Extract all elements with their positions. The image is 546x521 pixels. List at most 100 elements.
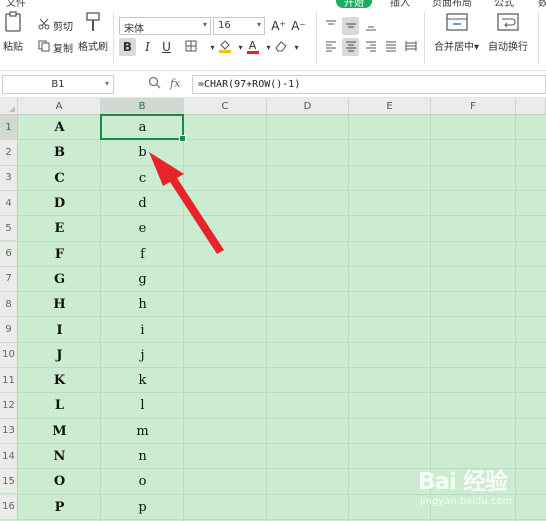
row-header[interactable]: 14 xyxy=(0,443,18,470)
cell-b2[interactable]: b xyxy=(101,140,184,165)
tab-insert[interactable]: 插入 xyxy=(390,0,410,8)
formula-input[interactable]: =CHAR(97+ROW()-1) xyxy=(192,75,546,94)
wrap-text-button[interactable]: 自动换行 xyxy=(488,10,528,53)
align-right-button[interactable] xyxy=(362,38,379,56)
row-header[interactable]: 6 xyxy=(0,241,18,267)
row-header[interactable]: 4 xyxy=(0,190,18,217)
grow-font-button[interactable]: A⁺ xyxy=(270,17,287,35)
cell-a13[interactable]: M xyxy=(18,419,101,444)
cell-b15[interactable]: o xyxy=(101,469,184,494)
row-header[interactable]: 1 xyxy=(0,115,18,141)
column-header-e[interactable]: E xyxy=(349,98,431,115)
align-middle-button[interactable] xyxy=(342,17,359,35)
tab-page-layout[interactable]: 页面布局 xyxy=(432,0,472,8)
row-header[interactable]: 15 xyxy=(0,469,18,495)
cell-b11[interactable]: k xyxy=(101,368,184,393)
name-box[interactable]: B1 ▾ xyxy=(2,75,114,94)
cell-b14[interactable]: n xyxy=(101,444,184,469)
cell-a1[interactable]: A xyxy=(18,115,101,140)
tab-file[interactable]: 文件 xyxy=(6,0,26,8)
fill-color-button[interactable] xyxy=(216,38,233,56)
borders-button[interactable] xyxy=(182,38,199,56)
cell-b8[interactable]: h xyxy=(101,292,184,317)
row-header[interactable]: 3 xyxy=(0,165,18,191)
copy-button[interactable]: 复制 xyxy=(38,40,73,55)
row-header[interactable]: 9 xyxy=(0,317,18,343)
row-header[interactable]: 5 xyxy=(0,216,18,242)
column-header-d[interactable]: D xyxy=(267,98,349,115)
paste-button[interactable]: 粘贴 xyxy=(2,10,24,53)
cell-a8[interactable]: H xyxy=(18,292,101,317)
column-header-c[interactable]: C xyxy=(184,98,267,115)
row-header[interactable]: 11 xyxy=(0,368,18,394)
select-all-corner[interactable] xyxy=(0,98,18,115)
clear-format-dropdown[interactable]: ▾ xyxy=(288,38,305,56)
column-header-f[interactable]: F xyxy=(431,98,516,115)
format-painter-icon xyxy=(82,10,104,34)
cell-a14[interactable]: N xyxy=(18,444,101,469)
cell-b7[interactable]: g xyxy=(101,267,184,292)
ribbon-toolbar: 粘贴 剪切 复制 格式刷 宋体 ▾ 16 ▾ A⁺ A⁻ B I U ▾ ▾ A… xyxy=(0,8,546,68)
italic-button[interactable]: I xyxy=(139,38,156,56)
bold-button[interactable]: B xyxy=(119,38,136,56)
font-name-select[interactable]: 宋体 ▾ xyxy=(119,17,211,35)
cell-b16[interactable]: p xyxy=(101,495,184,520)
align-top-icon xyxy=(325,19,337,34)
cell-b13[interactable]: m xyxy=(101,419,184,444)
cell-b5[interactable]: e xyxy=(101,216,184,241)
merge-center-button[interactable]: 合并居中▾ xyxy=(434,10,479,53)
cell-b4[interactable]: d xyxy=(101,191,184,216)
align-center-button[interactable] xyxy=(342,38,359,56)
cell-b3[interactable]: c xyxy=(101,166,184,191)
tab-data[interactable]: 数 xyxy=(538,0,546,8)
tab-formulas[interactable]: 公式 xyxy=(494,0,514,8)
cell-a10[interactable]: J xyxy=(18,343,101,368)
tab-home[interactable]: 开始 xyxy=(336,0,372,8)
cell-a12[interactable]: L xyxy=(18,393,101,418)
zoom-search-icon[interactable] xyxy=(148,76,161,92)
copy-label: 复制 xyxy=(53,44,73,55)
insert-function-icon[interactable]: fx xyxy=(170,77,180,90)
font-size-select[interactable]: 16 ▾ xyxy=(213,17,265,35)
format-painter-button[interactable]: 格式刷 xyxy=(78,10,108,53)
font-color-button[interactable]: A xyxy=(244,38,261,56)
distributed-align-button[interactable] xyxy=(402,38,419,56)
row-header[interactable]: 12 xyxy=(0,393,18,419)
column-header-a[interactable]: A xyxy=(18,98,101,115)
row-header[interactable]: 16 xyxy=(0,494,18,520)
align-left-button[interactable] xyxy=(322,38,339,56)
cut-button[interactable]: 剪切 xyxy=(38,18,73,33)
justify-button[interactable] xyxy=(382,38,399,56)
paint-bucket-icon xyxy=(218,39,232,56)
cell-a11[interactable]: K xyxy=(18,368,101,393)
cell-a15[interactable]: O xyxy=(18,469,101,494)
cell-a9[interactable]: I xyxy=(18,317,101,342)
cell-a3[interactable]: C xyxy=(18,166,101,191)
row-header[interactable]: 8 xyxy=(0,292,18,318)
align-top-button[interactable] xyxy=(322,17,339,35)
cell-a7[interactable]: G xyxy=(18,267,101,292)
cell-a6[interactable]: F xyxy=(18,242,101,267)
row-header[interactable]: 2 xyxy=(0,140,18,166)
justify-icon xyxy=(385,40,397,55)
clear-format-button[interactable] xyxy=(272,38,289,56)
column-header-b[interactable]: B xyxy=(101,98,184,115)
shrink-font-button[interactable]: A⁻ xyxy=(290,17,307,35)
row-header[interactable]: 7 xyxy=(0,266,18,293)
cell-b12[interactable]: l xyxy=(101,393,184,418)
cell-a2[interactable]: B xyxy=(18,140,101,165)
underline-button[interactable]: U xyxy=(158,38,175,56)
chevron-down-icon: ▾ xyxy=(294,42,299,52)
cell-a5[interactable]: E xyxy=(18,216,101,241)
row-header[interactable]: 10 xyxy=(0,342,18,368)
cell-b6[interactable]: f xyxy=(101,242,184,267)
column-gridline xyxy=(348,115,349,521)
column-header-next[interactable] xyxy=(516,98,546,115)
cell-a4[interactable]: D xyxy=(18,191,101,216)
cell-a16[interactable]: P xyxy=(18,495,101,520)
align-center-icon xyxy=(345,40,357,55)
cell-b10[interactable]: j xyxy=(101,343,184,368)
row-header[interactable]: 13 xyxy=(0,418,18,444)
align-bottom-button[interactable] xyxy=(362,17,379,35)
cell-b9[interactable]: i xyxy=(101,317,184,342)
